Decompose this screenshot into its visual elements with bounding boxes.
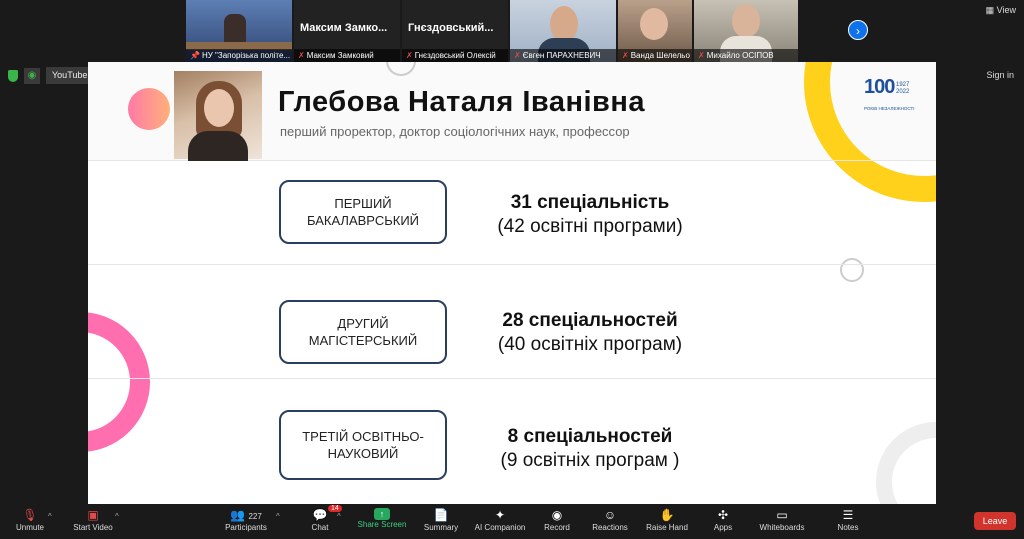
apps-button[interactable]: ✣ Apps — [710, 508, 736, 532]
video-options-caret[interactable]: ^ — [115, 512, 119, 521]
sign-in-link[interactable]: Sign in — [986, 70, 1014, 80]
apps-icon: ✣ — [717, 508, 729, 522]
programs-count: (9 освітніх програм ) — [500, 450, 680, 471]
sparkle-icon: ✦ — [494, 508, 506, 522]
summary-button[interactable]: 📄 Summary — [422, 508, 460, 532]
level-stat: 8 спеціальностей (9 освітніх програм ) — [460, 425, 720, 473]
audio-options-caret[interactable]: ^ — [48, 512, 52, 521]
decor-grey-ring — [876, 422, 936, 504]
participant-display-name: Максим Замко... — [300, 22, 388, 34]
shared-slide: Глебова Наталя Іванівна перший проректор… — [88, 62, 936, 504]
participants-button[interactable]: 👥 227 Participants — [222, 508, 270, 532]
participant-name: ✗ Гнєздовський Олексій — [402, 49, 508, 62]
feed-icon[interactable]: ◉ — [24, 67, 40, 84]
specialties-count: 31 спеціальність — [510, 192, 670, 213]
zoom-meeting-window: 📌 НУ "Запорізька політе... Максим Замко..… — [0, 0, 1024, 539]
decor-pink-dot — [128, 88, 170, 130]
participant-tile[interactable]: Максим Замко... ✗ Максим Замковий — [294, 0, 400, 62]
participant-name: ✗ Максим Замковий — [294, 49, 400, 62]
share-source-bar: ◉ YouTube ▾ — [8, 67, 101, 84]
decor-pink-ring — [88, 312, 150, 452]
programs-count: (42 освітні програми) — [497, 216, 683, 237]
chat-options-caret[interactable]: ^ — [337, 512, 341, 521]
chat-badge: 14 — [328, 505, 342, 512]
record-icon: ◉ — [551, 508, 563, 522]
notes-icon: ☰ — [842, 508, 854, 522]
chat-button[interactable]: 💬 14 Chat — [306, 505, 342, 532]
share-screen-button[interactable]: ↑ Share Screen — [356, 508, 408, 529]
unmute-button[interactable]: 🎙 Unmute — [12, 508, 48, 532]
participant-display-name: Гнєздовський... — [408, 22, 494, 34]
reactions-button[interactable]: ☺ Reactions — [590, 508, 630, 532]
participant-face — [732, 4, 760, 38]
level-stat: 28 спеціальностей (40 освітніх програм) — [460, 309, 720, 357]
photo-face — [204, 89, 234, 127]
notes-button[interactable]: ☰ Notes — [834, 508, 862, 532]
leave-button[interactable]: Leave — [974, 512, 1016, 530]
record-button[interactable]: ◉ Record — [542, 508, 572, 532]
level-box: ПЕРШИЙ БАКАЛАВРСЬКИЙ — [279, 180, 447, 244]
participant-name: ✗ Євген ПАРАХНЕВИЧ — [510, 49, 616, 62]
mic-muted-icon: ✗ — [298, 51, 305, 60]
decor-small-circle — [840, 258, 864, 282]
participant-tile[interactable]: ✗ Євген ПАРАХНЕВИЧ — [510, 0, 616, 62]
photo-body — [188, 131, 248, 161]
shield-icon — [8, 69, 18, 82]
ai-companion-button[interactable]: ✦ AI Companion — [472, 508, 528, 532]
grid-icon: ▦ — [985, 5, 997, 15]
view-menu-button[interactable]: ▦ View — [986, 5, 1016, 16]
mic-muted-icon: ✗ — [698, 51, 705, 60]
participant-tile[interactable]: ✗ Ванда Шелельо — [618, 0, 692, 62]
university-logo: 100 1927 2022 РОКІВ НЕЗАЛЕЖНОСТІ — [864, 76, 922, 114]
divider — [88, 378, 936, 379]
next-participants-button[interactable]: › — [848, 20, 868, 40]
whiteboard-icon: ▭ — [776, 508, 788, 522]
logo-caption: РОКІВ НЕЗАЛЕЖНОСТІ — [864, 106, 915, 111]
share-screen-icon: ↑ — [374, 508, 390, 520]
mic-muted-icon: ✗ — [406, 51, 413, 60]
level-box: ДРУГИЙ МАГІСТЕРСЬКИЙ — [279, 300, 447, 364]
participant-name: 📌 НУ "Запорізька політе... — [186, 49, 292, 62]
mic-muted-icon: ✗ — [514, 51, 521, 60]
raise-hand-button[interactable]: ✋ Raise Hand — [644, 508, 690, 532]
participant-tile[interactable]: Гнєздовський... ✗ Гнєздовський Олексій — [402, 0, 508, 62]
participant-face — [550, 6, 578, 42]
slide-title: Глебова Наталя Іванівна — [278, 86, 646, 118]
slide-subtitle: перший проректор, доктор соціологічних н… — [280, 124, 630, 139]
divider — [88, 264, 936, 265]
participant-strip: 📌 НУ "Запорізька політе... Максим Замко..… — [186, 0, 798, 62]
programs-count: (40 освітніх програм) — [497, 334, 683, 355]
specialties-count: 28 спеціальностей — [502, 310, 678, 331]
meeting-toolbar: 🎙 Unmute ^ ▣ Start Video ^ 👥 227 Participan… — [0, 504, 1024, 539]
participant-name: ✗ Михайло ОСІПОВ — [694, 49, 798, 62]
mic-muted-icon: 🎙 — [22, 508, 38, 522]
specialties-count: 8 спеціальностей — [507, 426, 673, 447]
video-off-icon: ▣ — [87, 508, 99, 522]
smiley-icon: ☺ — [603, 508, 617, 522]
start-video-button[interactable]: ▣ Start Video — [70, 508, 116, 532]
participant-tile[interactable]: 📌 НУ "Запорізька політе... — [186, 0, 292, 62]
participant-tile[interactable]: ✗ Михайло ОСІПОВ — [694, 0, 798, 62]
pin-icon: 📌 — [190, 51, 200, 60]
participant-face — [640, 8, 668, 40]
participants-icon: 👥 227 — [230, 508, 262, 522]
summary-icon: 📄 — [433, 508, 449, 522]
level-box: ТРЕТІЙ ОСВІТНЬО-НАУКОВИЙ — [279, 410, 447, 480]
logo-years: 1927 2022 — [896, 82, 910, 95]
level-stat: 31 спеціальність (42 освітні програми) — [460, 191, 720, 239]
hand-icon: ✋ — [659, 508, 675, 522]
mic-muted-icon: ✗ — [622, 51, 629, 60]
participant-name: ✗ Ванда Шелельо — [618, 49, 692, 62]
speaker-photo — [174, 71, 262, 161]
whiteboards-button[interactable]: ▭ Whiteboards — [756, 508, 808, 532]
participants-options-caret[interactable]: ^ — [276, 512, 280, 521]
